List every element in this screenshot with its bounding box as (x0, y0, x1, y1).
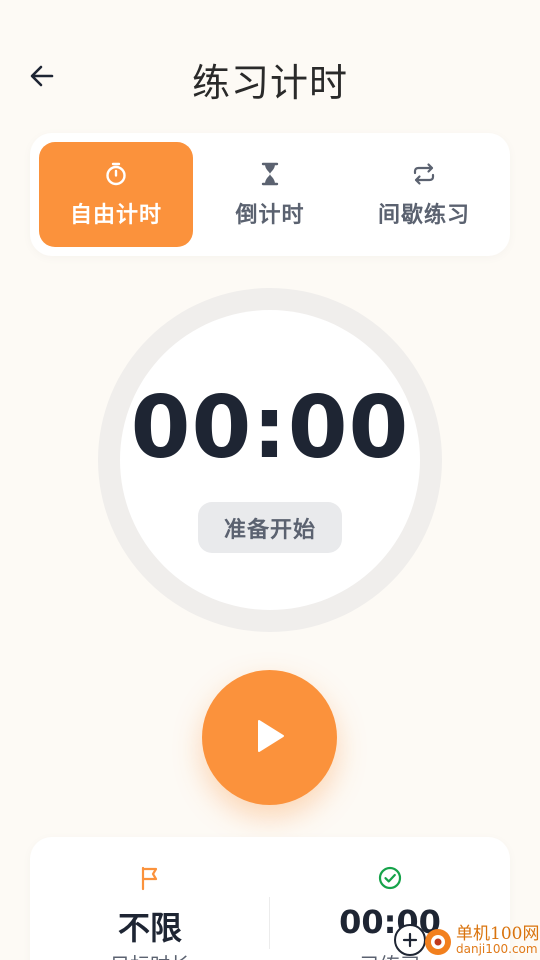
stat-value: 不限 (117, 909, 182, 947)
watermark-url: danji100.com (456, 942, 538, 956)
tab-label: 倒计时 (235, 202, 305, 228)
stat-label: 目标时长 (30, 949, 270, 960)
hourglass-icon (257, 161, 283, 187)
tab-label: 自由计时 (69, 202, 162, 228)
repeat-icon (411, 161, 437, 187)
play-icon (253, 718, 287, 758)
mode-selector: 自由计时 倒计时 间歇练习 (30, 133, 510, 256)
header: 练习计时 (0, 0, 540, 150)
tab-interval[interactable]: 间歇练习 (347, 142, 501, 247)
check-circle-icon (377, 865, 403, 895)
stopwatch-icon (103, 161, 129, 187)
watermark-logo-icon (390, 918, 454, 960)
stat-target-duration: 不限 目标时长 (30, 837, 270, 960)
timer-display: 00:00 (130, 378, 410, 478)
flag-icon (138, 865, 162, 895)
tab-countdown[interactable]: 倒计时 (193, 142, 347, 247)
status-badge: 准备开始 (198, 502, 342, 553)
watermark: 单机100网 danji100.com (388, 912, 540, 960)
watermark-title: 单机100网 (456, 924, 540, 944)
play-button[interactable] (202, 670, 337, 805)
page-title: 练习计时 (191, 61, 348, 105)
tab-label: 间歇练习 (377, 202, 470, 228)
tab-free-timer[interactable]: 自由计时 (39, 142, 193, 247)
